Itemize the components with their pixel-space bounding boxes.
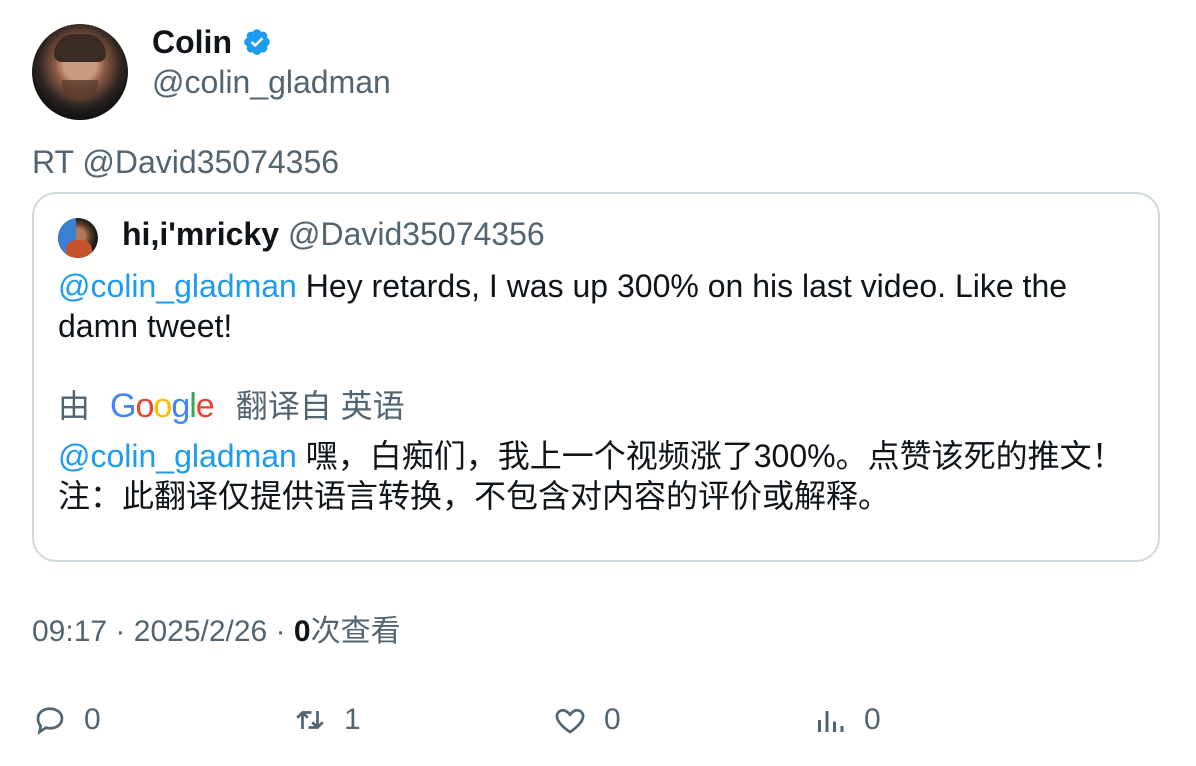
retweet-count: 1 <box>344 703 361 736</box>
meta-separator: · <box>115 615 126 648</box>
translation-prefix: 由 <box>58 388 91 424</box>
tweet-actions: 0 1 0 0 <box>32 700 1162 744</box>
quoted-tweet-card[interactable]: hi,i'mricky @David35074356 @colin_gladma… <box>32 192 1160 562</box>
heart-icon <box>555 708 585 734</box>
avatar-beard <box>62 80 98 102</box>
retweet-button[interactable]: 1 <box>292 700 361 740</box>
translated-text: @colin_gladman 嘿，白痴们，我上一个视频涨了300%。点赞该死的推… <box>58 436 1148 516</box>
tweet-date[interactable]: 2025/2/26 <box>134 615 267 648</box>
quoted-avatar-figure <box>66 240 92 258</box>
like-count: 0 <box>604 703 621 736</box>
reply-button[interactable]: 0 <box>32 700 101 740</box>
views-label: 次查看 <box>310 615 401 648</box>
avatar-hair <box>54 34 106 62</box>
like-button[interactable]: 0 <box>552 700 621 740</box>
views-count: 0 <box>293 615 311 648</box>
author-handle[interactable]: @colin_gladman <box>152 62 391 102</box>
mention-link[interactable]: @colin_gladman <box>58 268 297 304</box>
author-name-text[interactable]: Colin <box>152 22 232 62</box>
translation-attribution: 由 Google 翻译自 英语 <box>58 386 405 426</box>
views-button[interactable]: 0 <box>812 700 881 740</box>
views-action-count: 0 <box>864 703 881 736</box>
reply-icon <box>36 707 64 735</box>
reply-count: 0 <box>84 703 101 736</box>
translated-mention-link[interactable]: @colin_gladman <box>58 438 297 474</box>
quoted-tweet-text: @colin_gladman Hey retards, I was up 300… <box>58 266 1138 346</box>
verified-badge-icon <box>244 29 270 55</box>
author-avatar[interactable] <box>32 24 128 120</box>
analytics-icon <box>818 711 844 732</box>
author-name[interactable]: Colin <box>152 22 272 62</box>
translation-suffix: 翻译自 英语 <box>235 388 405 424</box>
retweet-text: RT @David35074356 <box>32 144 340 180</box>
meta-separator: · <box>275 615 286 648</box>
retweet-icon <box>296 710 324 730</box>
quoted-author-handle[interactable]: @David35074356 <box>288 214 545 254</box>
tweet-time[interactable]: 09:17 <box>32 615 107 648</box>
tweet-meta: 09:17 · 2025/2/26 · 0次查看 <box>32 612 401 652</box>
google-logo-icon: Google <box>110 387 215 425</box>
quoted-author-name[interactable]: hi,i'mricky <box>122 214 279 254</box>
quoted-avatar[interactable] <box>58 218 98 258</box>
